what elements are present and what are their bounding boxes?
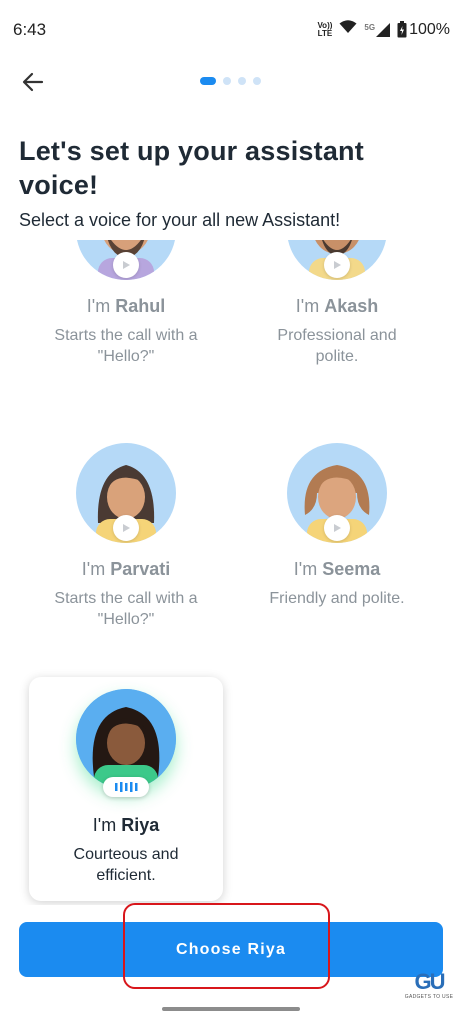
voice-card-riya[interactable]: I'm Riya Courteous and efficient. xyxy=(29,677,223,901)
battery-icon xyxy=(397,21,407,38)
battery-percent: 100% xyxy=(409,20,450,38)
home-indicator[interactable] xyxy=(162,1007,300,1011)
avatar-parvati xyxy=(76,443,176,543)
voice-card-seema[interactable]: I'm Seema Friendly and polite. xyxy=(240,443,434,609)
page-dot xyxy=(253,77,261,85)
avatar-akash xyxy=(287,240,387,280)
highlight-annotation xyxy=(123,903,330,989)
volte-icon: Vo)) LTE xyxy=(317,20,333,38)
voice-name: I'm Parvati xyxy=(81,559,171,579)
page-dot xyxy=(238,77,246,85)
voice-description: Professional and polite. xyxy=(277,327,397,365)
page-indicator xyxy=(200,77,261,85)
voice-card-akash[interactable]: I'm Akash Professional and polite. xyxy=(240,240,434,367)
voice-card-rahul[interactable]: I'm Rahul Starts the call with a "Hello?" xyxy=(29,240,223,367)
watermark-logo: GU GADGETS TO USE xyxy=(404,969,454,1001)
page-subtitle: Select a voice for your all new Assistan… xyxy=(19,210,341,230)
play-icon[interactable] xyxy=(113,252,139,278)
voice-name: I'm Akash xyxy=(295,296,379,316)
cell-signal-icon: 5G xyxy=(364,22,391,37)
voice-name: I'm Seema xyxy=(293,559,381,579)
status-bar: 6:43 Vo)) LTE 5G 100% xyxy=(0,0,462,58)
arrow-left-icon xyxy=(22,72,44,92)
play-icon[interactable] xyxy=(113,515,139,541)
play-icon[interactable] xyxy=(324,515,350,541)
voice-description: Friendly and polite. xyxy=(269,590,405,607)
voice-name: I'm Riya xyxy=(92,815,160,835)
back-button[interactable] xyxy=(18,68,48,96)
status-icons: Vo)) LTE 5G 100% xyxy=(317,20,450,39)
status-time: 6:43 xyxy=(13,20,47,39)
voice-description: Starts the call with a "Hello?" xyxy=(54,327,198,365)
page-dot-active xyxy=(200,77,216,85)
voice-grid: I'm Rahul Starts the call with a "Hello?"… xyxy=(0,240,462,905)
avatar-seema xyxy=(287,443,387,543)
voice-description: Courteous and efficient. xyxy=(73,846,179,884)
battery-indicator: 100% xyxy=(397,21,450,39)
voice-card-parvati[interactable]: I'm Parvati Starts the call with a "Hello… xyxy=(29,443,223,630)
avatar-rahul xyxy=(76,240,176,280)
wifi-icon xyxy=(339,20,357,39)
play-icon[interactable] xyxy=(324,252,350,278)
voice-name: I'm Rahul xyxy=(86,296,166,316)
page-dot xyxy=(223,77,231,85)
voice-description: Starts the call with a "Hello?" xyxy=(54,590,198,628)
audio-wave-icon[interactable] xyxy=(103,777,149,797)
page-title: Let's set up your assistant voice! xyxy=(19,136,364,200)
avatar-riya xyxy=(76,689,176,797)
